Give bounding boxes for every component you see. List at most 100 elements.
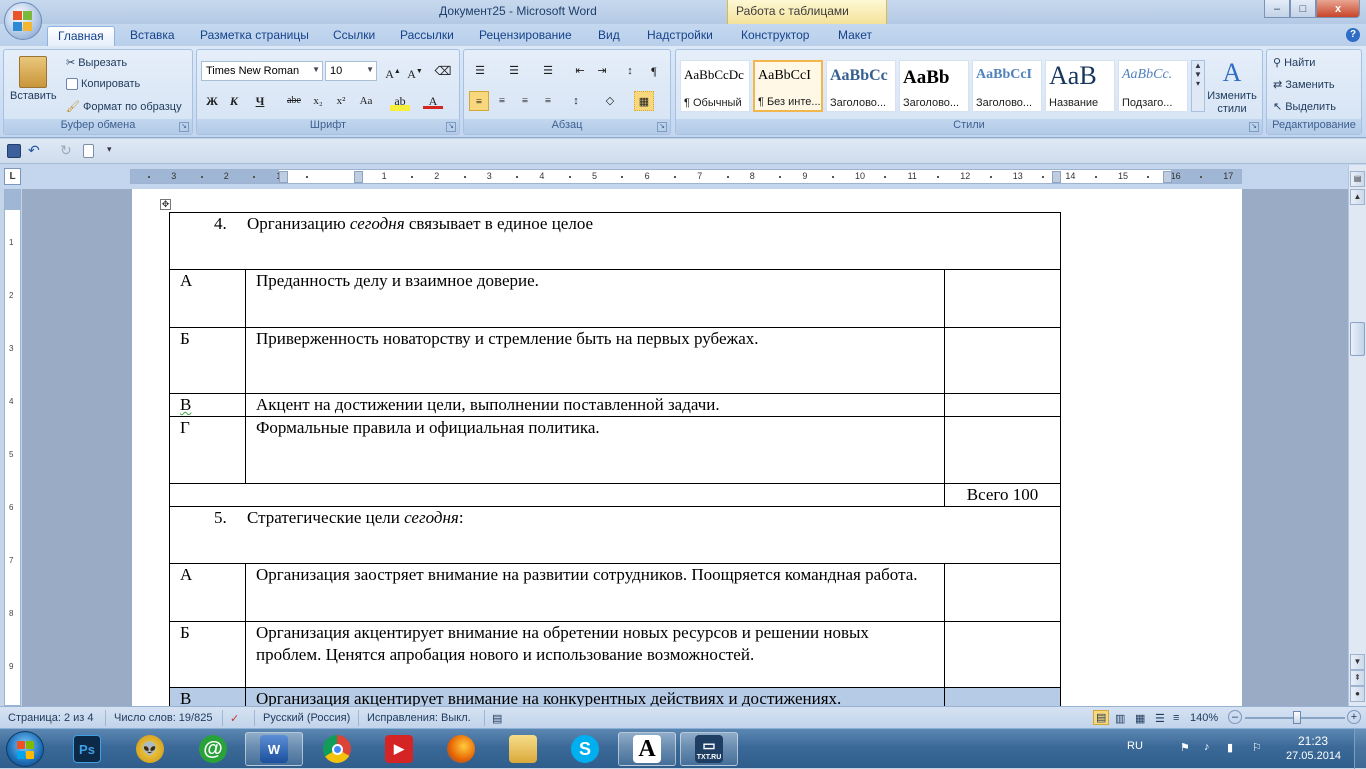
tab-home[interactable]: Главная	[47, 26, 115, 47]
scroll-thumb[interactable]	[1350, 322, 1365, 356]
style-no-spacing[interactable]: AaBbCcI ¶ Без инте...	[753, 60, 823, 112]
score-cell[interactable]	[944, 416, 1061, 484]
draft-view-icon[interactable]: ≡	[1173, 712, 1179, 724]
taskbar-chrome[interactable]	[308, 732, 366, 766]
table-row[interactable]: А Организация заостряет внимание на разв…	[169, 563, 1061, 622]
save-icon[interactable]	[7, 144, 21, 158]
tab-insert[interactable]: Вставка	[130, 28, 175, 42]
table-row[interactable]: Г Формальные правила и официальная полит…	[169, 416, 1061, 484]
superscript-icon[interactable]: x²	[331, 91, 351, 111]
taskbar-video[interactable]: ▶	[370, 732, 428, 766]
tab-view[interactable]: Вид	[598, 28, 620, 42]
clock-date[interactable]: 27.05.2014	[1286, 750, 1341, 762]
notifications-icon[interactable]: ⚐	[1252, 741, 1262, 754]
change-styles-button[interactable]: A Изменить стили	[1206, 58, 1258, 116]
taskbar-firefox[interactable]	[432, 732, 490, 766]
change-case-icon[interactable]: Aa	[356, 91, 376, 111]
bullets-icon[interactable]: ☰	[470, 61, 490, 81]
option-text[interactable]: Организация акцентирует внимание на конк…	[245, 687, 945, 706]
action-center-icon[interactable]: ⚑	[1180, 741, 1190, 754]
zoom-slider-thumb[interactable]	[1293, 711, 1301, 724]
font-name-combo[interactable]: Times New Roman ▼	[201, 61, 323, 81]
option-text[interactable]: Организация акцентирует внимание на обре…	[245, 621, 945, 688]
option-text[interactable]: Формальные правила и официальная политик…	[245, 416, 945, 484]
multilevel-list-icon[interactable]: ☰	[538, 61, 558, 81]
zoom-out-button[interactable]: –	[1228, 710, 1242, 724]
score-cell[interactable]	[944, 327, 1061, 394]
line-spacing-icon[interactable]: ↕	[566, 91, 586, 111]
question-table[interactable]: 4. Организацию сегодня связывает в единое…	[169, 212, 1061, 706]
page-count[interactable]: Страница: 2 из 4	[8, 712, 94, 724]
ruler-toggle-icon[interactable]: ▤	[1350, 171, 1365, 187]
strikethrough-icon[interactable]: abe	[284, 91, 304, 111]
horizontal-ruler[interactable]: 3211234567891011121314151617	[130, 169, 1242, 184]
style-heading-2[interactable]: AaBb Заголово...	[899, 60, 969, 112]
align-right-icon[interactable]: ≡	[515, 91, 535, 111]
table-row[interactable]: 5. Стратегические цели сегодня:	[169, 506, 1061, 564]
table-row[interactable]: А Преданность делу и взаимное доверие.	[169, 269, 1061, 328]
table-row[interactable]: Б Приверженность новаторству и стремлени…	[169, 327, 1061, 394]
replace-button[interactable]: ⇄ Заменить	[1273, 78, 1335, 92]
table-row[interactable]: Всего 100	[169, 483, 1061, 507]
taskbar-font-app[interactable]: A	[618, 732, 676, 766]
taskbar-explorer[interactable]	[494, 732, 552, 766]
option-text[interactable]: Преданность делу и взаимное доверие.	[245, 269, 945, 328]
font-color-icon[interactable]: A	[423, 91, 443, 109]
highlight-icon[interactable]: ab	[390, 91, 410, 111]
format-painter-button[interactable]: 🖌 Формат по образцу	[66, 100, 182, 114]
decrease-indent-icon[interactable]: ⇤	[570, 61, 590, 81]
word-count[interactable]: Число слов: 19/825	[114, 712, 212, 724]
option-text[interactable]: Приверженность новаторству и стремление …	[245, 327, 945, 394]
cut-button[interactable]: ✂ Вырезать	[66, 56, 127, 70]
full-screen-view-icon[interactable]: ▥	[1115, 712, 1125, 725]
web-layout-view-icon[interactable]: ▦	[1135, 712, 1145, 725]
language-tray[interactable]: RU	[1127, 740, 1143, 752]
previous-page-icon[interactable]: ⇞	[1350, 670, 1365, 686]
table-row[interactable]: 4. Организацию сегодня связывает в единое…	[169, 212, 1061, 270]
help-icon[interactable]: ?	[1346, 28, 1360, 42]
track-changes-indicator[interactable]: Исправления: Выкл.	[367, 712, 471, 724]
vertical-ruler[interactable]: 1 2 3 4 5 6 7 8 9	[4, 189, 21, 706]
outline-view-icon[interactable]: ☰	[1155, 712, 1165, 725]
zoom-level[interactable]: 140%	[1190, 712, 1218, 724]
subscript-icon[interactable]: x₂	[308, 91, 328, 111]
select-browse-object-icon[interactable]: ●	[1350, 686, 1365, 702]
tab-selector-icon[interactable]: L	[4, 168, 21, 185]
score-cell[interactable]	[944, 393, 1061, 417]
style-title[interactable]: AaB Название	[1045, 60, 1115, 112]
office-button[interactable]	[4, 2, 42, 40]
customize-qat-icon[interactable]: ▾	[107, 144, 112, 155]
style-subtitle[interactable]: AaBbCc. Подзаго...	[1118, 60, 1188, 112]
grow-font-icon[interactable]: A▲	[383, 61, 403, 81]
taskbar-mail-ru[interactable]: @	[184, 732, 242, 766]
option-letter[interactable]: В	[169, 687, 246, 706]
option-letter[interactable]: В	[169, 393, 246, 417]
style-heading-3[interactable]: AaBbCcI Заголово...	[972, 60, 1042, 112]
empty-cell[interactable]	[169, 483, 945, 507]
ruler-column-marker[interactable]	[1163, 171, 1172, 183]
scroll-up-button[interactable]: ▲	[1350, 189, 1365, 205]
shading-icon[interactable]: ◇	[600, 91, 620, 111]
copy-button[interactable]: Копировать	[66, 78, 140, 90]
pilcrow-icon[interactable]: ¶	[644, 61, 664, 81]
total-cell[interactable]: Всего 100	[944, 483, 1061, 507]
ruler-column-marker[interactable]	[1052, 171, 1061, 183]
score-cell[interactable]	[944, 621, 1061, 688]
align-left-icon[interactable]: ≡	[469, 91, 489, 111]
option-text[interactable]: Акцент на достижении цели, выполнении по…	[245, 393, 945, 417]
option-letter[interactable]: Г	[169, 416, 246, 484]
taskbar-skype[interactable]: S	[556, 732, 614, 766]
dialog-launcher-icon[interactable]: ↘	[446, 122, 456, 132]
option-letter[interactable]: Б	[169, 327, 246, 394]
option-text[interactable]: Организация заостряет внимание на развит…	[245, 563, 945, 622]
proofing-icon[interactable]: ✓	[230, 712, 239, 725]
start-button[interactable]	[6, 731, 44, 767]
ruler-column-marker[interactable]	[279, 171, 288, 183]
score-cell[interactable]	[944, 563, 1061, 622]
dialog-launcher-icon[interactable]: ↘	[1249, 122, 1259, 132]
shrink-font-icon[interactable]: A▼	[405, 61, 425, 81]
italic-icon[interactable]: К	[224, 91, 244, 111]
table-move-handle-icon[interactable]: ✥	[160, 199, 171, 210]
table-row[interactable]: Б Организация акцентирует внимание на об…	[169, 621, 1061, 688]
zoom-in-button[interactable]: +	[1347, 710, 1361, 724]
